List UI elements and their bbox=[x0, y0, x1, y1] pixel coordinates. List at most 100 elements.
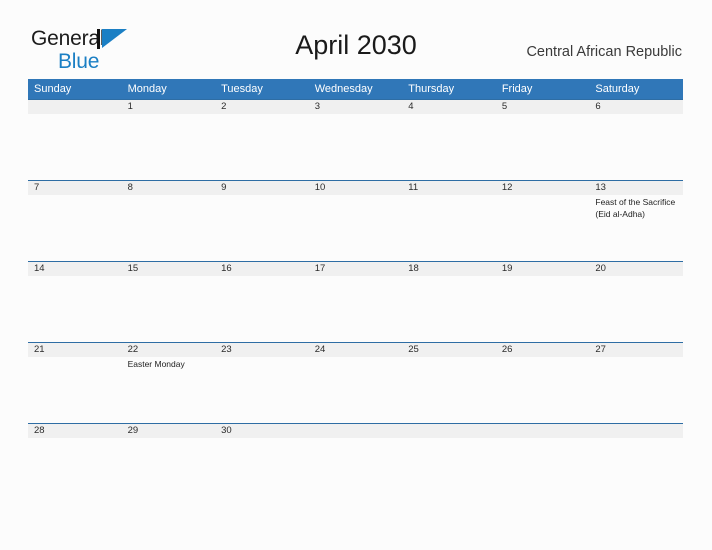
page-header: General Blue April 2030 Central African … bbox=[0, 0, 712, 72]
day-events bbox=[122, 276, 216, 278]
day-number: 3 bbox=[308, 99, 403, 114]
day-events bbox=[309, 276, 403, 278]
day-number: 20 bbox=[589, 261, 683, 276]
calendar-day-cell[interactable]: 4 bbox=[402, 99, 496, 180]
day-events: Easter Monday bbox=[122, 357, 216, 371]
day-events bbox=[122, 195, 216, 197]
day-number: 5 bbox=[495, 99, 590, 114]
day-number: 26 bbox=[495, 342, 590, 357]
day-events bbox=[28, 114, 122, 116]
calendar-week-row: 21 22 Easter Monday 23 24 25 26 27 bbox=[28, 342, 683, 423]
calendar-day-cell[interactable]: 18 bbox=[402, 261, 496, 342]
calendar-day-cell[interactable]: 1 bbox=[121, 99, 216, 180]
calendar-day-cell[interactable]: 16 bbox=[215, 261, 309, 342]
calendar-day-cell[interactable]: 26 bbox=[495, 342, 590, 423]
weekday-header-tuesday: Tuesday bbox=[215, 79, 309, 99]
holiday-label: Easter Monday bbox=[127, 359, 185, 369]
calendar-day-cell[interactable]: 24 bbox=[308, 342, 403, 423]
calendar-day-cell[interactable]: 27 bbox=[589, 342, 683, 423]
day-box: 1 bbox=[121, 99, 216, 180]
day-box bbox=[28, 99, 122, 180]
day-events bbox=[496, 195, 590, 197]
day-box: 20 bbox=[589, 261, 683, 342]
calendar-day-cell[interactable]: 11 bbox=[402, 180, 496, 261]
calendar-day-cell[interactable]: 28 bbox=[28, 423, 122, 504]
calendar-day-cell[interactable]: 9 bbox=[215, 180, 309, 261]
calendar-day-cell[interactable]: 7 bbox=[28, 180, 122, 261]
day-number: 4 bbox=[402, 99, 496, 114]
day-box: 24 bbox=[308, 342, 403, 423]
calendar-week-row: 14 15 16 17 18 19 20 bbox=[28, 261, 683, 342]
calendar-day-cell[interactable] bbox=[308, 423, 403, 504]
calendar-day-cell[interactable]: 25 bbox=[402, 342, 496, 423]
calendar-day-cell[interactable]: 10 bbox=[308, 180, 403, 261]
calendar-day-cell[interactable]: 21 bbox=[28, 342, 122, 423]
calendar-day-cell[interactable]: 3 bbox=[308, 99, 403, 180]
day-box: 14 bbox=[28, 261, 122, 342]
day-events bbox=[589, 438, 683, 440]
day-events bbox=[496, 438, 590, 440]
day-box: 28 bbox=[28, 423, 122, 504]
day-number bbox=[589, 423, 683, 438]
day-number: 14 bbox=[28, 261, 122, 276]
day-number: 10 bbox=[308, 180, 403, 195]
weekday-header-wednesday: Wednesday bbox=[308, 79, 403, 99]
calendar-day-cell[interactable]: 29 bbox=[121, 423, 216, 504]
calendar-day-cell[interactable] bbox=[402, 423, 496, 504]
day-number: 25 bbox=[402, 342, 496, 357]
day-box: 2 bbox=[215, 99, 309, 180]
day-number: 30 bbox=[215, 423, 309, 438]
calendar-day-cell[interactable]: 5 bbox=[495, 99, 590, 180]
calendar-day-cell[interactable]: 13 Feast of the Sacrifice (Eid al-Adha) bbox=[589, 180, 683, 261]
calendar-day-cell[interactable]: 22 Easter Monday bbox=[121, 342, 216, 423]
day-events bbox=[589, 357, 683, 359]
day-box: 26 bbox=[495, 342, 590, 423]
day-box: 4 bbox=[402, 99, 496, 180]
day-events bbox=[28, 357, 122, 359]
calendar-day-cell[interactable]: 8 bbox=[121, 180, 216, 261]
calendar-day-cell[interactable] bbox=[495, 423, 590, 504]
day-events bbox=[309, 114, 403, 116]
day-events bbox=[402, 438, 496, 440]
calendar-day-cell[interactable]: 20 bbox=[589, 261, 683, 342]
calendar-day-cell[interactable]: 30 bbox=[215, 423, 309, 504]
day-number bbox=[28, 99, 122, 114]
weekday-header-friday: Friday bbox=[495, 79, 590, 99]
calendar-day-cell[interactable]: 17 bbox=[308, 261, 403, 342]
holiday-label: Feast of the Sacrifice (Eid al-Adha) bbox=[595, 197, 676, 219]
day-box: 5 bbox=[495, 99, 590, 180]
day-number: 16 bbox=[215, 261, 309, 276]
day-box: 17 bbox=[308, 261, 403, 342]
calendar-day-cell[interactable] bbox=[589, 423, 683, 504]
day-events bbox=[309, 195, 403, 197]
day-number: 23 bbox=[215, 342, 309, 357]
day-box: 18 bbox=[402, 261, 496, 342]
weekday-header-saturday: Saturday bbox=[589, 79, 683, 99]
day-events bbox=[28, 276, 122, 278]
calendar-week-row: 7 8 9 10 11 12 13 Feast of the Sacrifice (Eid a… bbox=[28, 180, 683, 261]
day-number: 22 bbox=[121, 342, 216, 357]
day-box: 7 bbox=[28, 180, 122, 261]
day-box: 13 Feast of the Sacrifice (Eid al-Adha) bbox=[589, 180, 683, 261]
calendar-day-cell[interactable]: 12 bbox=[495, 180, 590, 261]
day-box: 12 bbox=[495, 180, 590, 261]
calendar-day-cell[interactable] bbox=[28, 99, 122, 180]
calendar-day-cell[interactable]: 2 bbox=[215, 99, 309, 180]
day-number: 12 bbox=[495, 180, 590, 195]
calendar-day-cell[interactable]: 15 bbox=[121, 261, 216, 342]
day-box bbox=[495, 423, 590, 504]
day-number: 15 bbox=[121, 261, 216, 276]
calendar-page: General Blue April 2030 Central African … bbox=[0, 0, 712, 550]
calendar-day-cell[interactable]: 19 bbox=[495, 261, 590, 342]
calendar-head: Sunday Monday Tuesday Wednesday Thursday Frid… bbox=[28, 79, 683, 99]
calendar-day-cell[interactable]: 14 bbox=[28, 261, 122, 342]
day-number bbox=[402, 423, 496, 438]
calendar-day-cell[interactable]: 6 bbox=[589, 99, 683, 180]
day-events bbox=[402, 195, 496, 197]
calendar-day-cell[interactable]: 23 bbox=[215, 342, 309, 423]
day-number: 17 bbox=[308, 261, 403, 276]
day-box: 10 bbox=[308, 180, 403, 261]
day-number: 9 bbox=[215, 180, 309, 195]
day-number: 13 bbox=[589, 180, 683, 195]
day-number: 19 bbox=[495, 261, 590, 276]
